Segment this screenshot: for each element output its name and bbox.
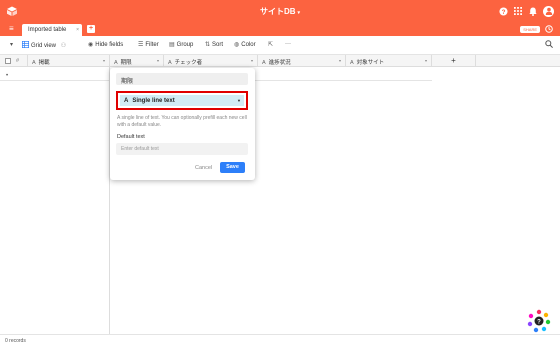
- text-field-icon: A: [168, 60, 172, 66]
- chevron-down-icon[interactable]: ▾: [157, 58, 159, 63]
- text-field-icon: A: [114, 60, 118, 66]
- color-label: Color: [241, 42, 256, 48]
- grid-icon: [21, 40, 30, 49]
- default-text-label: Default text: [117, 134, 145, 140]
- text-field-icon: A: [124, 98, 129, 104]
- help-icon[interactable]: ?: [498, 6, 508, 16]
- share-button[interactable]: SHARE: [520, 26, 540, 33]
- tab-label: Imported table: [28, 27, 67, 33]
- chevron-down-icon: ▼: [237, 98, 241, 103]
- more-options-button[interactable]: ···: [285, 41, 291, 47]
- hide-fields-label: Hide fields: [95, 42, 124, 48]
- row-number-header: #: [16, 58, 20, 64]
- text-field-icon: A: [262, 60, 266, 66]
- sort-label: Sort: [212, 42, 224, 48]
- text-field-icon: A: [350, 60, 354, 66]
- help-widget-icon[interactable]: ?: [527, 309, 551, 333]
- filter-icon: ☰: [138, 42, 144, 48]
- tab-imported-table[interactable]: Imported table ×: [22, 24, 82, 36]
- filter-button[interactable]: ☰ Filter: [138, 41, 159, 48]
- team-icon: ⚇: [60, 43, 67, 49]
- history-icon[interactable]: [545, 25, 553, 35]
- chevron-down-icon[interactable]: ▾: [103, 58, 105, 63]
- grid-footer: 0 records: [0, 334, 560, 349]
- column-header-progress[interactable]: A 進捗状況 ▾: [258, 55, 346, 67]
- app-header: サイトDB ▾ ?: [0, 0, 560, 22]
- views-toggle[interactable]: ▾: [10, 41, 15, 48]
- data-grid: # A 掲載 ▾ A 期限 ▾ A チェック者 ▾ A 進捗状況 ▾ A 対象サイト ▾ + •: [0, 55, 560, 334]
- share-view-button[interactable]: ⇱: [268, 41, 275, 48]
- select-all-checkbox[interactable]: [5, 58, 11, 64]
- field-name-input[interactable]: 期限: [116, 73, 248, 85]
- group-button[interactable]: ▤ Group: [169, 41, 193, 48]
- hamburger-menu-icon[interactable]: ≡: [9, 25, 14, 33]
- view-toolbar: ▾ Grid view ⚇ ◉ Hide fields ☰ Filter ▤ Grou…: [0, 36, 560, 55]
- column-header-kigen[interactable]: A 期限 ▾: [110, 55, 164, 67]
- close-icon[interactable]: ×: [76, 27, 79, 33]
- view-label: Grid view: [31, 43, 57, 49]
- user-avatar[interactable]: [543, 5, 554, 17]
- text-field-icon: A: [32, 60, 36, 66]
- grid-header: # A 掲載 ▾ A 期限 ▾ A チェック者 ▾ A 進捗状況 ▾ A 対象サイト ▾ +: [0, 55, 560, 67]
- base-title[interactable]: サイトDB ▾: [0, 6, 560, 17]
- filter-label: Filter: [145, 42, 159, 48]
- save-button[interactable]: Save: [220, 162, 245, 173]
- svg-text:?: ?: [537, 320, 541, 326]
- chevron-down-icon[interactable]: ▾: [339, 58, 341, 63]
- color-icon: ◍: [234, 42, 240, 48]
- chevron-down-icon[interactable]: ▾: [425, 58, 427, 63]
- search-icon[interactable]: [545, 40, 553, 50]
- record-count: 0 records: [5, 338, 26, 344]
- sort-icon: ⇅: [205, 42, 211, 48]
- grid-view-button[interactable]: Grid view ⚇: [21, 40, 68, 49]
- column-label: 期限: [120, 60, 132, 66]
- field-type-selector-highlight: A Single line text ▼: [116, 91, 248, 110]
- chevron-down-icon: ▾: [10, 42, 14, 48]
- add-table-button[interactable]: +: [87, 25, 95, 33]
- base-title-text: サイトDB: [259, 7, 296, 16]
- chevron-down-icon[interactable]: ▾: [251, 58, 253, 63]
- cancel-button[interactable]: Cancel: [195, 165, 212, 171]
- add-field-button[interactable]: +: [432, 55, 476, 67]
- select-all-cell: #: [0, 55, 28, 67]
- column-label: 進捗状況: [268, 60, 291, 66]
- column-label: 掲載: [38, 60, 50, 66]
- notification-bell-icon[interactable]: [528, 6, 538, 16]
- column-label: チェック者: [174, 60, 203, 66]
- group-icon: ▤: [169, 42, 175, 48]
- field-config-dialog: 期限 A Single line text ▼ A single line of …: [110, 68, 255, 180]
- share-icon: ⇱: [268, 42, 274, 48]
- row-marker: •: [6, 73, 9, 79]
- table-tabs-bar: ≡ Imported table × + SHARE: [0, 22, 560, 36]
- column-header-keisai[interactable]: A 掲載 ▾: [28, 55, 110, 67]
- svg-text:?: ?: [501, 8, 505, 15]
- field-type-description: A single line of text. You can optionall…: [117, 115, 247, 128]
- field-type-label: Single line text: [132, 98, 175, 104]
- column-header-checker[interactable]: A チェック者 ▾: [164, 55, 258, 67]
- color-button[interactable]: ◍ Color: [234, 41, 256, 48]
- default-text-input[interactable]: Enter default text: [116, 143, 248, 155]
- field-type-select[interactable]: A Single line text ▼: [120, 95, 244, 106]
- eye-icon: ◉: [88, 42, 94, 48]
- hide-fields-button[interactable]: ◉ Hide fields: [88, 41, 123, 48]
- column-header-target-site[interactable]: A 対象サイト ▾: [346, 55, 432, 67]
- sort-button[interactable]: ⇅ Sort: [205, 41, 223, 48]
- apps-icon[interactable]: [513, 6, 523, 16]
- column-label: 対象サイト: [356, 60, 385, 66]
- group-label: Group: [176, 42, 194, 48]
- chevron-down-icon: ▾: [297, 10, 301, 16]
